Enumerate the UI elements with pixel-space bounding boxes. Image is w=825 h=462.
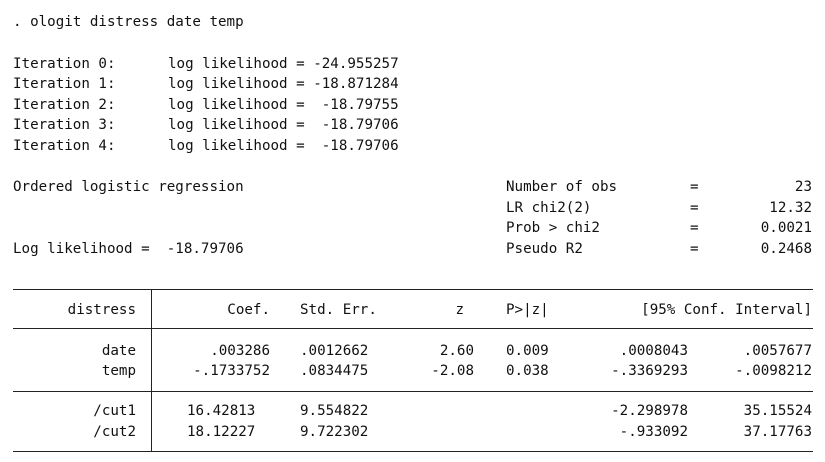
stat-label: Number of obs [506, 179, 618, 195]
row-ci-low: -2.298978 [611, 403, 688, 419]
iteration-label: Iteration 1: [13, 76, 116, 92]
stat-equals: = [690, 179, 699, 195]
stat-label: Pseudo R2 [506, 241, 583, 257]
row-coef: 18.12227 [187, 424, 256, 440]
stat-value: 0.0021 [760, 220, 812, 236]
table-column-divider [151, 290, 152, 452]
row-coef: 16.42813 [187, 403, 256, 419]
iteration-value: log likelihood = -18.79706 [168, 117, 399, 133]
iteration-value: log likelihood = -18.79755 [168, 97, 399, 113]
table-rule-bottom [13, 451, 813, 452]
table-rule-cuts [13, 391, 813, 392]
header-z: z [455, 302, 464, 318]
header-p-value: P>|z| [506, 302, 549, 318]
stat-equals: = [690, 220, 699, 236]
row-ci-high: 35.15524 [743, 403, 812, 419]
iteration-value: log likelihood = -24.955257 [168, 56, 399, 72]
row-ci-low: -.3369293 [611, 363, 688, 379]
row-std-err: .0012662 [300, 343, 369, 359]
table-rule-top [13, 289, 813, 290]
command-line: . ologit distress date temp [13, 14, 244, 30]
header-conf-interval: [95% Conf. Interval] [641, 302, 812, 318]
stat-label: Prob > chi2 [506, 220, 600, 236]
row-p-value: 0.009 [506, 343, 549, 359]
iteration-label: Iteration 4: [13, 138, 116, 154]
row-coef: -.1733752 [193, 363, 270, 379]
header-depvar: distress [67, 302, 136, 318]
stat-label: LR chi2(2) [506, 200, 592, 216]
row-ci-low: .0008043 [619, 343, 688, 359]
stat-value: 0.2468 [760, 241, 812, 257]
iteration-label: Iteration 3: [13, 117, 116, 133]
row-std-err: 9.722302 [300, 424, 369, 440]
row-variable: /cut1 [93, 403, 136, 419]
row-coef: .003286 [210, 343, 270, 359]
row-std-err: 9.554822 [300, 403, 369, 419]
row-ci-high: -.0098212 [735, 363, 812, 379]
stat-equals: = [690, 241, 699, 257]
log-likelihood: Log likelihood = -18.79706 [13, 241, 244, 257]
row-ci-high: .0057677 [743, 343, 812, 359]
model-title: Ordered logistic regression [13, 179, 244, 195]
iteration-value: log likelihood = -18.871284 [168, 76, 399, 92]
row-z: -2.08 [431, 363, 474, 379]
row-p-value: 0.038 [506, 363, 549, 379]
iteration-label: Iteration 2: [13, 97, 116, 113]
row-ci-low: -.933092 [619, 424, 688, 440]
row-variable: temp [101, 363, 136, 379]
header-std-err: Std. Err. [300, 302, 377, 318]
row-z: 2.60 [439, 343, 474, 359]
stat-value: 12.32 [769, 200, 812, 216]
row-variable: date [101, 343, 136, 359]
header-coef: Coef. [227, 302, 270, 318]
iteration-label: Iteration 0: [13, 56, 116, 72]
row-ci-high: 37.17763 [743, 424, 812, 440]
row-std-err: .0834475 [300, 363, 369, 379]
iteration-value: log likelihood = -18.79706 [168, 138, 399, 154]
row-variable: /cut2 [93, 424, 136, 440]
stat-equals: = [690, 200, 699, 216]
stat-value: 23 [794, 179, 812, 195]
table-rule-header [13, 328, 813, 329]
